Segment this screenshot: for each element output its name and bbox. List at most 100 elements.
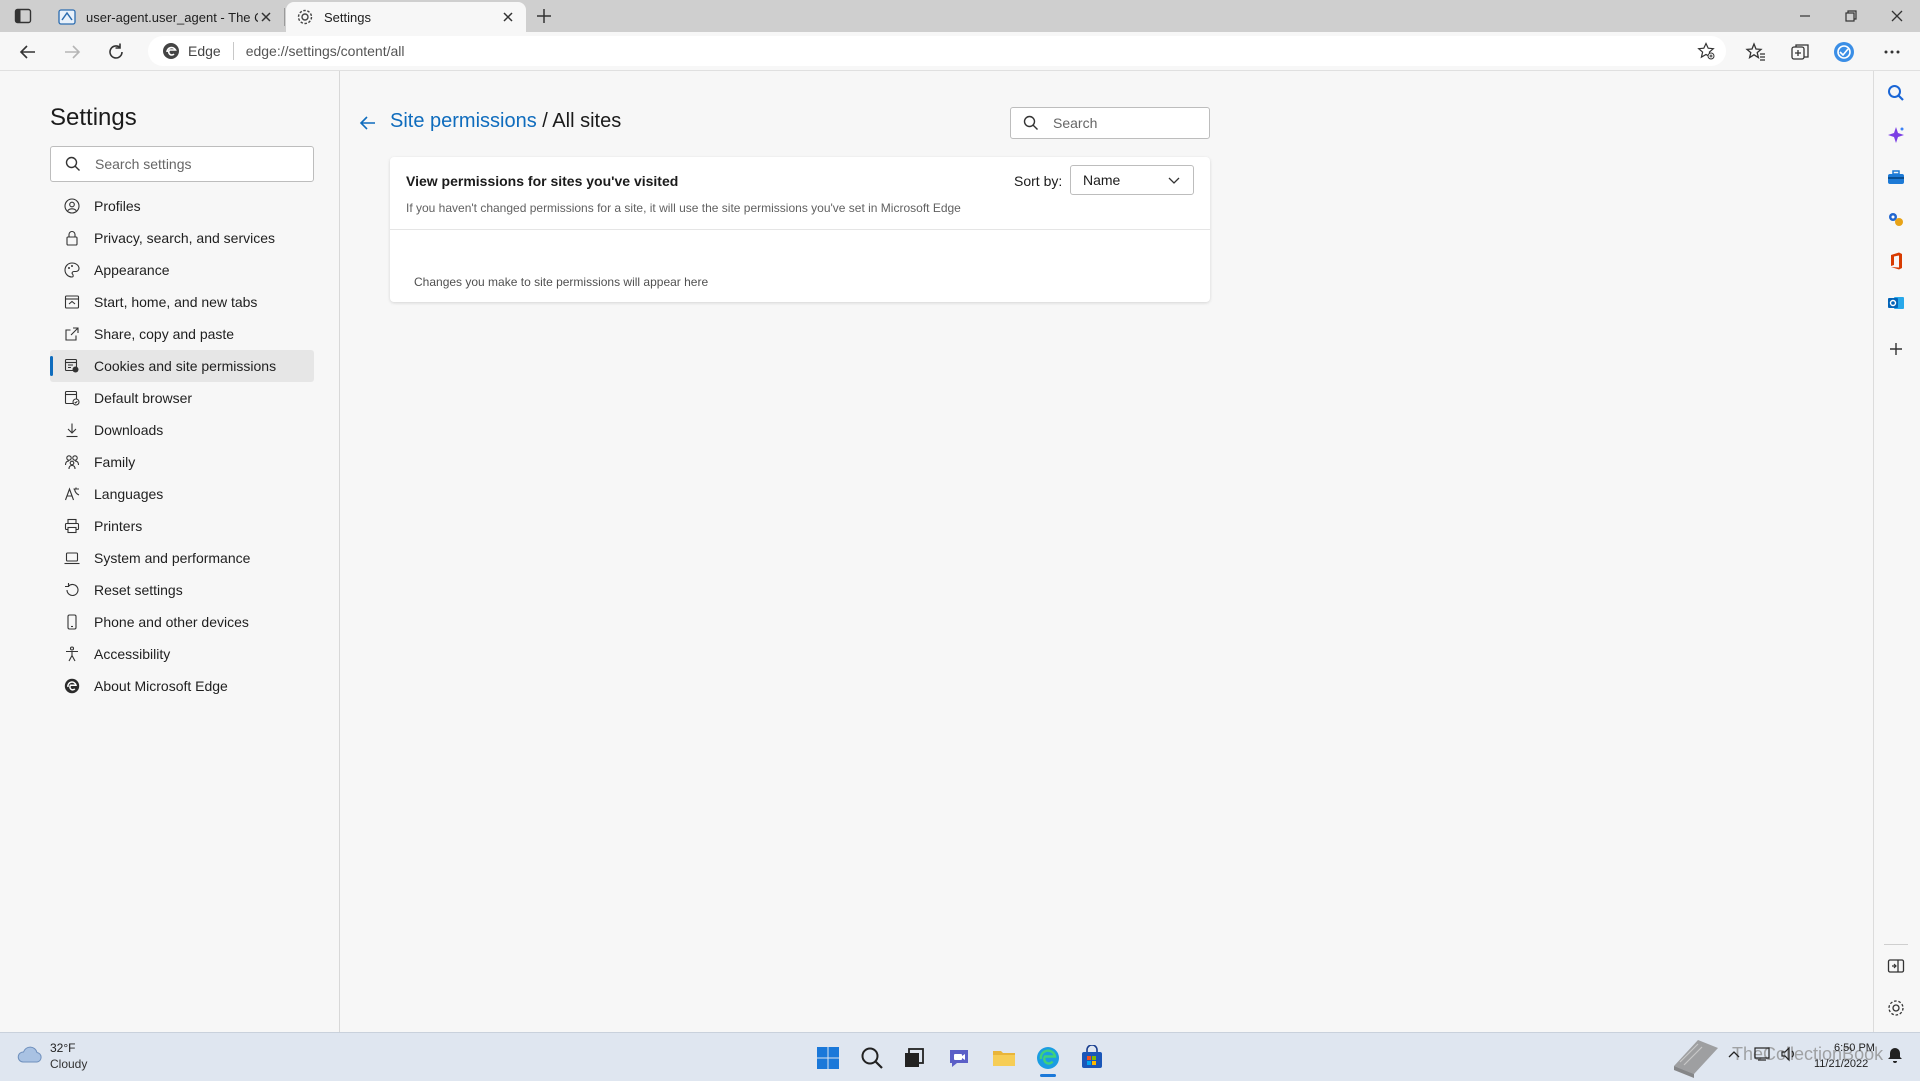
card-description: If you haven't changed permissions for a…: [406, 201, 961, 215]
profile-avatar[interactable]: [1833, 41, 1855, 63]
windows-start-icon[interactable]: [815, 1045, 841, 1071]
edge-taskbar-icon[interactable]: [1035, 1045, 1061, 1071]
empty-state-message: Changes you make to site permissions wil…: [414, 275, 709, 289]
edge-logo-icon: [64, 678, 80, 694]
search-settings-input[interactable]: [93, 155, 297, 173]
palette-icon: [64, 262, 80, 278]
url-text[interactable]: edge://settings/content/all: [246, 43, 405, 59]
family-icon: [64, 455, 80, 470]
close-tab-icon[interactable]: [258, 9, 274, 25]
browser-icon: [64, 390, 80, 406]
back-button[interactable]: [17, 41, 39, 63]
search-settings-box[interactable]: [50, 146, 314, 182]
sidebar-item-family[interactable]: Family: [50, 446, 314, 478]
sidebar-settings-gear-icon[interactable]: [1886, 998, 1906, 1018]
site-search-box[interactable]: [1010, 107, 1210, 139]
printer-icon: [64, 518, 80, 534]
add-sidebar-app-icon[interactable]: [1886, 339, 1906, 359]
favorites-icon[interactable]: [1745, 41, 1767, 63]
volume-icon[interactable]: [1780, 1046, 1798, 1062]
tab-user-agent[interactable]: user-agent.user_agent - The Coll: [48, 2, 284, 32]
more-options-icon[interactable]: [1881, 41, 1903, 63]
download-icon: [66, 423, 78, 438]
clock-date[interactable]: 11/21/2022: [1814, 1058, 1868, 1070]
office-icon[interactable]: [1886, 251, 1906, 271]
teams-chat-icon[interactable]: [946, 1045, 972, 1071]
site-identity-label[interactable]: Edge: [188, 43, 221, 59]
chevron-up-icon[interactable]: [1727, 1048, 1741, 1062]
sidebar-item-share[interactable]: Share, copy and paste: [50, 318, 314, 350]
task-view-icon[interactable]: [901, 1045, 927, 1071]
breadcrumb-site-permissions[interactable]: Site permissions: [390, 110, 537, 132]
outlook-icon[interactable]: [1886, 293, 1906, 313]
address-separator: [232, 42, 234, 60]
sidebar-item-label: Start, home, and new tabs: [94, 294, 258, 310]
sidebar-item-appearance[interactable]: Appearance: [50, 254, 314, 286]
new-tab-button[interactable]: [534, 6, 554, 26]
tab-actions-icon[interactable]: [14, 8, 32, 24]
sidebar-item-label: Printers: [94, 518, 143, 534]
notification-icon[interactable]: [1886, 1046, 1904, 1064]
sidebar-item-label: Profiles: [94, 198, 141, 214]
close-tab-icon[interactable]: [500, 9, 516, 25]
chevron-down-icon: [1168, 177, 1180, 184]
home-icon: [64, 295, 80, 309]
breadcrumb-separator: /: [536, 110, 553, 132]
sidebar-item-phone[interactable]: Phone and other devices: [50, 606, 314, 638]
sidebar-item-label: About Microsoft Edge: [94, 678, 228, 694]
microsoft-store-icon[interactable]: [1079, 1045, 1105, 1071]
close-window-button[interactable]: [1887, 6, 1907, 26]
settings-title: Settings: [50, 104, 137, 131]
profile-icon: [64, 198, 80, 214]
sort-label: Sort by:: [1014, 173, 1063, 189]
sidebar-item-profiles[interactable]: Profiles: [50, 190, 314, 222]
sidebar-item-privacy[interactable]: Privacy, search, and services: [50, 222, 314, 254]
sidebar-item-about[interactable]: About Microsoft Edge: [50, 670, 314, 702]
sidebar-item-cookies[interactable]: Cookies and site permissions: [50, 350, 314, 382]
restore-button[interactable]: [1841, 6, 1861, 26]
address-bar[interactable]: Edge edge://settings/content/all: [148, 36, 1726, 66]
sidebar-item-system[interactable]: System and performance: [50, 542, 314, 574]
sidebar-item-languages[interactable]: Languages: [50, 478, 314, 510]
weather-temperature[interactable]: 32°F: [50, 1041, 75, 1055]
search-icon: [1023, 115, 1038, 130]
site-search-input[interactable]: [1051, 114, 1195, 132]
gear-icon: [297, 9, 313, 25]
file-explorer-icon[interactable]: [991, 1045, 1017, 1071]
sidebar-item-label: System and performance: [94, 550, 251, 566]
share-icon: [65, 327, 79, 341]
sidebar-item-label: Appearance: [94, 262, 170, 278]
sidebar-item-label: Cookies and site permissions: [94, 358, 277, 374]
add-favorite-icon[interactable]: [1696, 41, 1716, 61]
tab-title: user-agent.user_agent - The Coll: [86, 9, 258, 25]
back-arrow-icon[interactable]: [358, 113, 378, 133]
sidebar-search-icon[interactable]: [1886, 83, 1906, 103]
sidebar-item-downloads[interactable]: Downloads: [50, 414, 314, 446]
discover-sparkle-icon[interactable]: [1886, 125, 1906, 145]
sort-value: Name: [1083, 172, 1121, 188]
sidebar-item-start-home[interactable]: Start, home, and new tabs: [50, 286, 314, 318]
minimize-button[interactable]: [1795, 6, 1815, 26]
sidebar-item-default-browser[interactable]: Default browser: [50, 382, 314, 414]
book-watermark-icon: [1668, 1032, 1724, 1078]
clock-time[interactable]: 6:50 PM: [1834, 1042, 1875, 1054]
network-icon[interactable]: [1754, 1046, 1772, 1062]
refresh-button[interactable]: [105, 41, 127, 63]
lock-icon: [66, 231, 78, 246]
cloud-icon[interactable]: [16, 1044, 44, 1066]
sidebar-item-reset[interactable]: Reset settings: [50, 574, 314, 606]
forward-button[interactable]: [61, 41, 83, 63]
sidebar-item-accessibility[interactable]: Accessibility: [50, 638, 314, 670]
weather-condition[interactable]: Cloudy: [50, 1057, 87, 1071]
hide-sidebar-icon[interactable]: [1886, 956, 1906, 976]
sort-dropdown[interactable]: Name: [1070, 165, 1194, 195]
permissions-card: View permissions for sites you've visite…: [390, 157, 1210, 302]
taskbar-search-icon[interactable]: [859, 1045, 885, 1071]
page-favicon-icon: [58, 9, 76, 25]
sidebar-item-printers[interactable]: Printers: [50, 510, 314, 542]
collections-icon[interactable]: [1789, 41, 1811, 63]
accessibility-icon: [66, 646, 78, 662]
tools-icon[interactable]: [1886, 167, 1906, 187]
games-icon[interactable]: [1886, 209, 1906, 229]
tab-settings[interactable]: Settings: [286, 2, 526, 32]
